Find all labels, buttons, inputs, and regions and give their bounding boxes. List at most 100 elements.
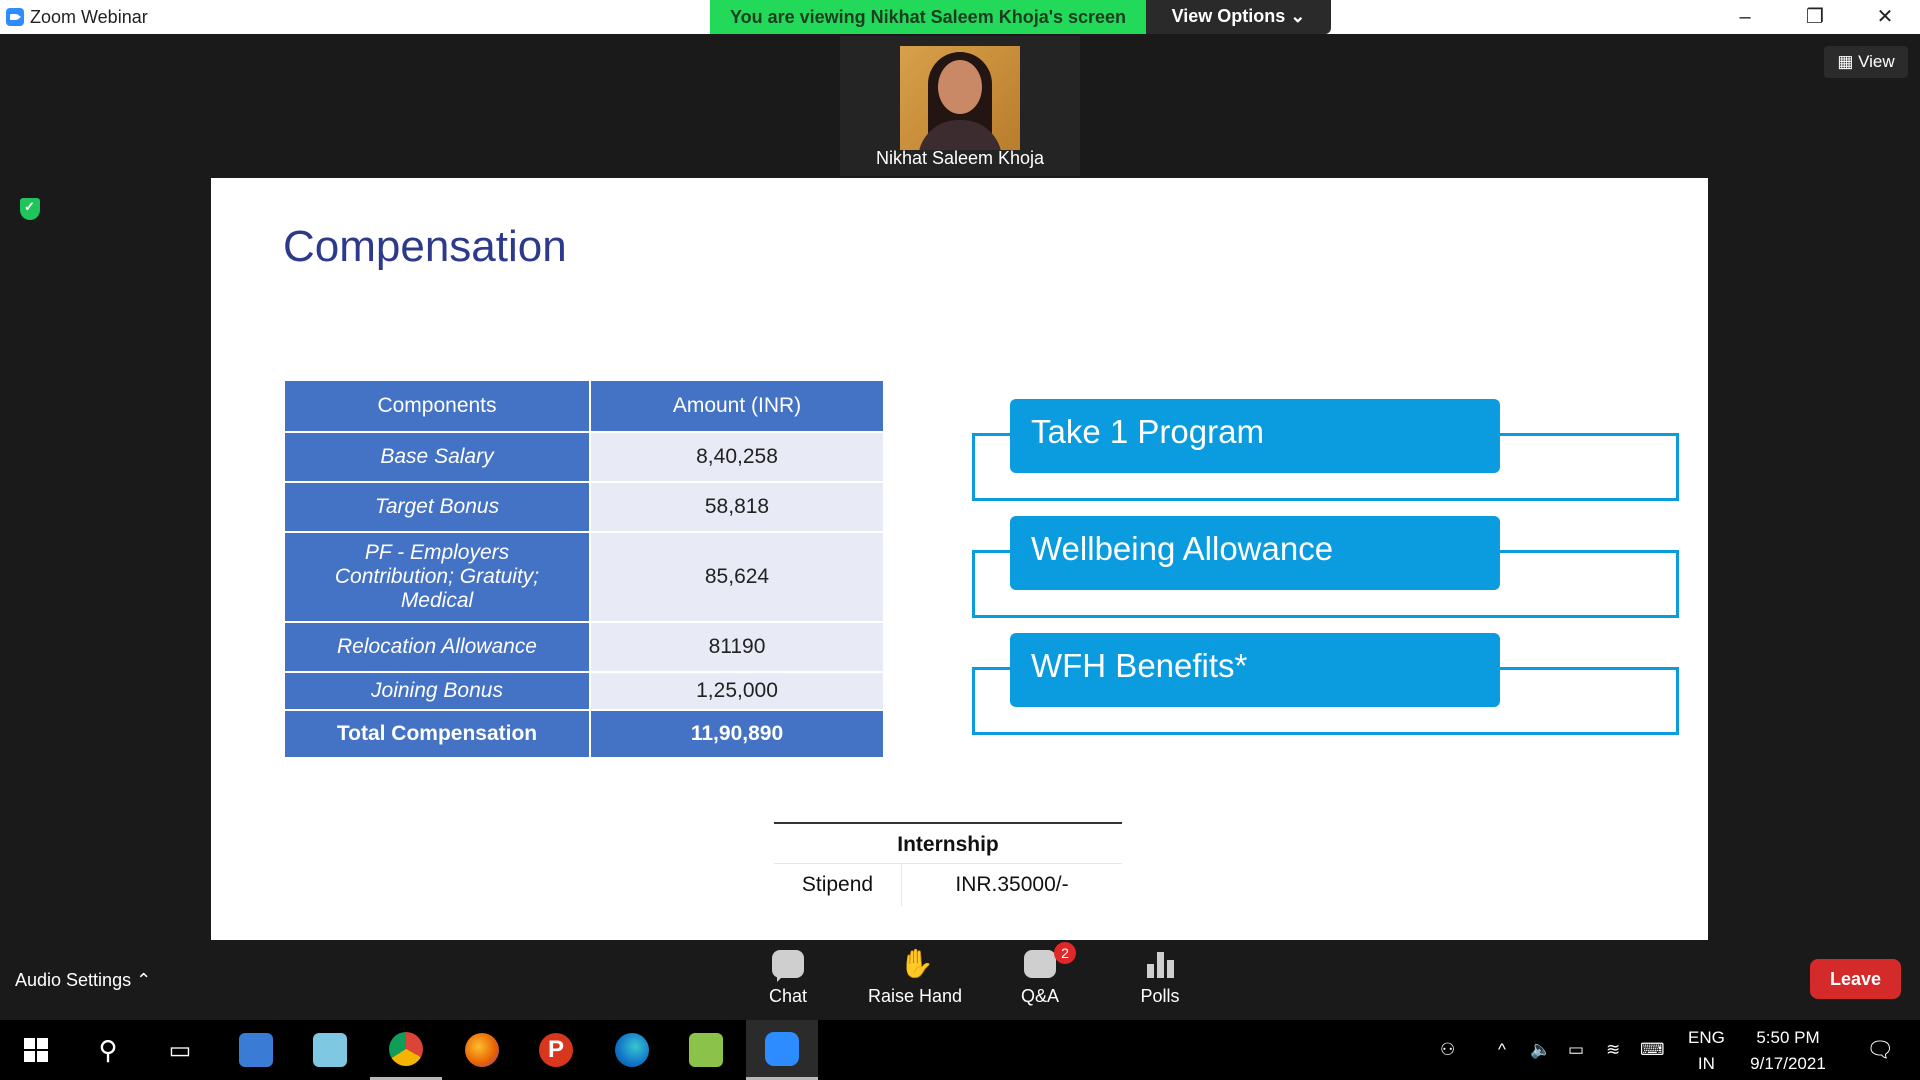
presenter-avatar	[900, 46, 1020, 150]
benefit-wfh-benefits: WFH Benefits*	[1010, 633, 1500, 707]
table-header-row: Components Amount (INR)	[283, 379, 885, 433]
windows-taskbar: ⚲ ▭ P	[0, 1020, 1920, 1080]
volume-icon[interactable]: 🔈	[1530, 1020, 1551, 1080]
table-cell-amount: 85,624	[589, 531, 885, 623]
audio-settings-label: Audio Settings	[15, 970, 132, 990]
restore-button[interactable]: ❐	[1780, 0, 1850, 34]
clock-time: 5:50 PM	[1756, 1028, 1820, 1047]
taskbar-chrome[interactable]	[370, 1020, 442, 1080]
chevron-up-icon: ⌃	[136, 970, 152, 990]
chevron-down-icon: ⌄	[1290, 6, 1306, 26]
taskbar-notepad-plus[interactable]	[670, 1020, 742, 1080]
presenter-name: Nikhat Saleem Khoja	[875, 148, 1045, 168]
stipend-label: Stipend	[774, 864, 902, 906]
taskbar-this-pc[interactable]	[220, 1020, 292, 1080]
qa-button[interactable]: 2 Q&A	[980, 942, 1100, 1007]
notepad-icon	[313, 1033, 347, 1067]
table-total-row: Total Compensation 11,90,890	[283, 709, 885, 759]
search-icon: ⚲	[98, 1034, 118, 1065]
view-options-button[interactable]: View Options ⌄	[1146, 0, 1331, 34]
table-cell-component: Relocation Allowance	[283, 621, 591, 673]
table-cell-component: Joining Bonus	[283, 671, 591, 711]
polls-icon	[1144, 950, 1176, 978]
taskbar-notepad[interactable]	[294, 1020, 366, 1080]
battery-icon[interactable]: ▭	[1568, 1020, 1584, 1080]
windows-logo-icon	[24, 1038, 48, 1062]
polls-button[interactable]: Polls	[1100, 950, 1220, 1007]
hand-icon: ✋	[899, 948, 934, 979]
table-cell-amount: 58,818	[589, 481, 885, 533]
lang-bottom: IN	[1697, 1054, 1715, 1073]
compensation-table: Components Amount (INR) Base Salary 8,40…	[283, 379, 885, 759]
table-cell-component: Base Salary	[283, 431, 591, 483]
qa-badge: 2	[1054, 942, 1076, 964]
taskbar-edge[interactable]	[596, 1020, 668, 1080]
view-label: View	[1858, 52, 1895, 71]
view-button[interactable]: ▦ View	[1824, 46, 1908, 78]
people-icon[interactable]: ⚇	[1440, 1020, 1455, 1080]
zoom-icon	[765, 1031, 799, 1066]
qa-icon: 2	[1024, 942, 1076, 978]
notifications-icon[interactable]: 🗨	[1866, 1020, 1894, 1080]
keyboard-icon[interactable]: ⌨	[1640, 1020, 1665, 1080]
table-header-components: Components	[283, 379, 591, 433]
task-view-button[interactable]: ▭	[144, 1020, 216, 1080]
table-row: Joining Bonus 1,25,000	[283, 671, 885, 711]
benefit-take-1-program: Take 1 Program	[1010, 399, 1500, 473]
table-row: Base Salary 8,40,258	[283, 431, 885, 483]
table-header-amount: Amount (INR)	[589, 379, 885, 433]
chrome-icon	[389, 1031, 423, 1066]
benefit-wellbeing-allowance: Wellbeing Allowance	[1010, 516, 1500, 590]
app-title: Zoom Webinar	[30, 7, 148, 27]
search-button[interactable]: ⚲	[72, 1020, 144, 1080]
qa-label: Q&A	[1020, 986, 1059, 1006]
taskbar-pixlr[interactable]: P	[520, 1020, 592, 1080]
chat-button[interactable]: Chat	[728, 950, 848, 1007]
viewing-banner: You are viewing Nikhat Saleem Khoja's sc…	[710, 0, 1146, 34]
table-cell-component: PF - Employers Contribution; Gratuity; M…	[283, 531, 591, 623]
chevron-up-icon[interactable]: ^	[1498, 1020, 1506, 1080]
internship-row: Stipend INR.35000/-	[774, 864, 1122, 906]
table-total-amount: 11,90,890	[589, 709, 885, 759]
close-button[interactable]: ✕	[1850, 0, 1920, 34]
zoom-logo-icon	[6, 8, 24, 26]
title-bar: Zoom Webinar You are viewing Nikhat Sale…	[0, 0, 1920, 34]
stipend-value: INR.35000/-	[955, 873, 1069, 896]
edge-icon	[615, 1033, 649, 1067]
internship-heading: Internship	[774, 824, 1122, 864]
notepad-plus-icon	[689, 1033, 723, 1067]
polls-label: Polls	[1140, 986, 1180, 1006]
raise-hand-button[interactable]: ✋ Raise Hand	[855, 950, 975, 1007]
table-cell-amount: 1,25,000	[589, 671, 885, 711]
computer-icon	[239, 1033, 273, 1067]
firefox-icon	[465, 1033, 499, 1067]
table-total-label: Total Compensation	[283, 709, 591, 759]
grid-icon: ▦	[1837, 52, 1859, 71]
lang-top: ENG	[1688, 1028, 1725, 1047]
chat-label: Chat	[768, 986, 808, 1006]
task-view-icon: ▭	[168, 1036, 192, 1064]
wifi-icon[interactable]: ≋	[1606, 1020, 1620, 1080]
table-cell-amount: 8,40,258	[589, 431, 885, 483]
taskbar-clock[interactable]: 5:50 PM 9/17/2021	[1740, 1025, 1836, 1077]
chat-icon	[772, 950, 804, 982]
raise-hand-label: Raise Hand	[867, 986, 963, 1006]
minimize-button[interactable]: –	[1710, 0, 1780, 34]
table-row: Target Bonus 58,818	[283, 481, 885, 533]
clock-date: 9/17/2021	[1750, 1054, 1826, 1073]
slide-title: Compensation	[283, 222, 567, 271]
presenter-video-tile[interactable]: Nikhat Saleem Khoja	[840, 36, 1080, 176]
table-cell-amount: 81190	[589, 621, 885, 673]
taskbar-zoom[interactable]	[746, 1020, 818, 1080]
p-app-icon: P	[539, 1033, 573, 1067]
table-row: Relocation Allowance 81190	[283, 621, 885, 673]
view-options-label: View Options	[1171, 6, 1286, 26]
leave-button[interactable]: Leave	[1810, 959, 1901, 999]
audio-settings-button[interactable]: Audio Settings ⌃	[15, 970, 151, 991]
internship-table: Internship Stipend INR.35000/-	[774, 822, 1122, 906]
taskbar-firefox[interactable]	[446, 1020, 518, 1080]
language-indicator[interactable]: ENG IN	[1688, 1025, 1725, 1077]
start-button[interactable]	[0, 1020, 72, 1080]
security-shield-icon[interactable]	[20, 198, 40, 220]
table-row: PF - Employers Contribution; Gratuity; M…	[283, 531, 885, 623]
